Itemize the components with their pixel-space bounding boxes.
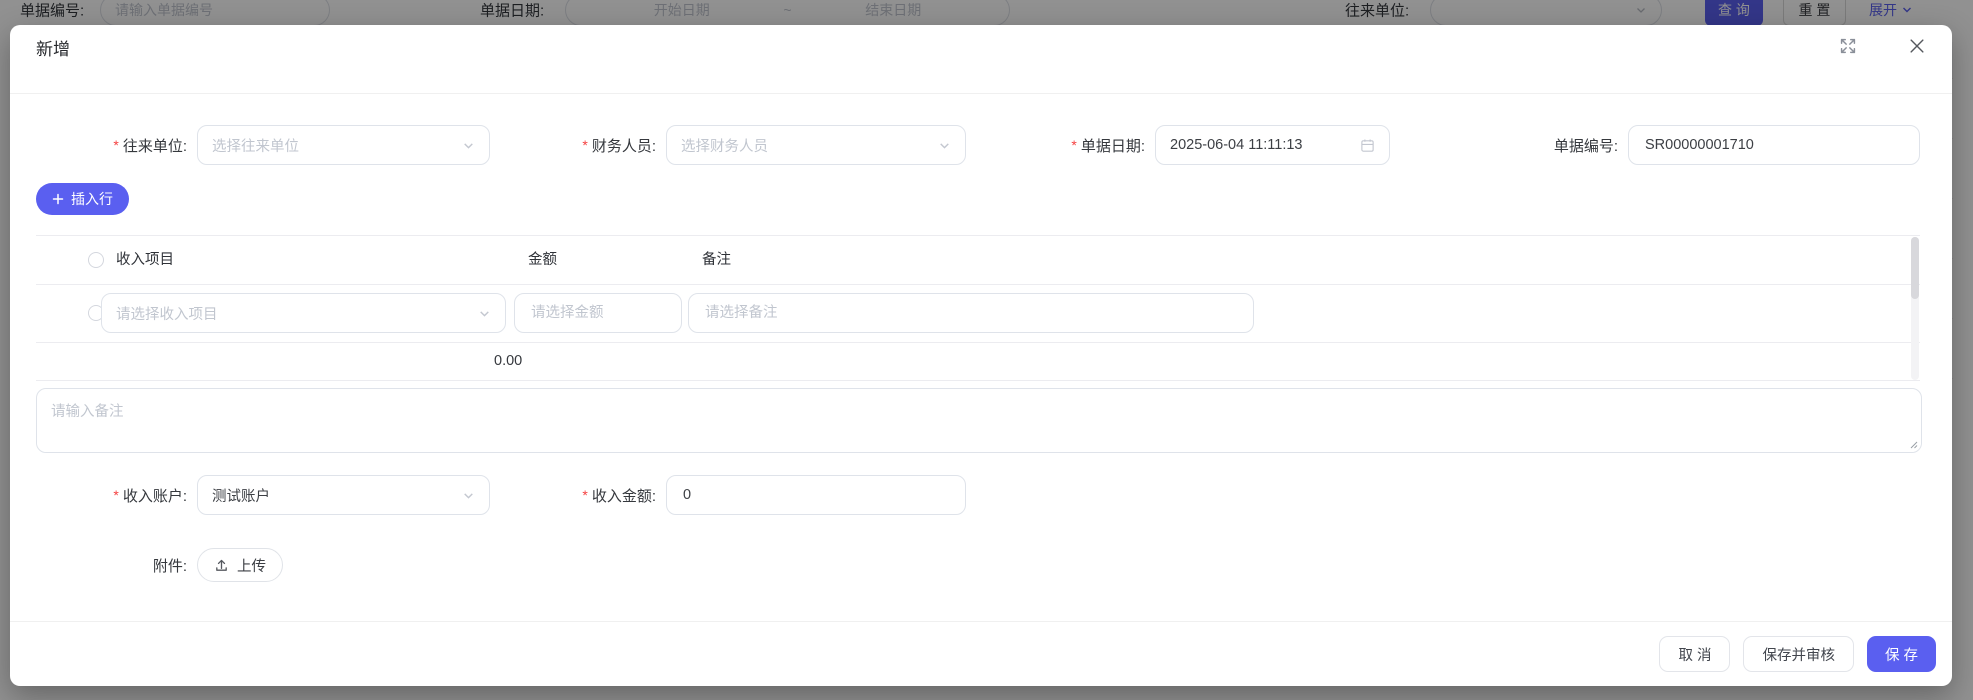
required-mark: *	[582, 137, 588, 153]
income-items-table: 收入项目 金额 备注 请选择收入项目 0.00	[36, 235, 1920, 381]
income-account-select[interactable]: 测试账户	[197, 475, 490, 515]
required-mark: *	[113, 137, 119, 153]
chevron-down-icon	[480, 310, 489, 317]
income-amount-field: * 收入金额:	[557, 475, 966, 515]
upload-icon	[216, 559, 227, 571]
column-income-item: 收入项目	[116, 252, 174, 268]
scrollbar-thumb[interactable]	[1911, 237, 1919, 299]
save-button[interactable]: 保 存	[1866, 636, 1936, 672]
plus-icon	[52, 193, 64, 205]
table-row: 请选择收入项目	[36, 285, 1920, 343]
finance-staff-label: * 财务人员:	[582, 137, 656, 155]
close-icon	[1910, 39, 1924, 53]
modal-header: 新增	[10, 25, 1952, 94]
doc-no-label: 单据编号:	[1553, 137, 1618, 155]
fullscreen-button[interactable]	[1835, 33, 1861, 59]
doc-no-field: 单据编号:	[1480, 125, 1920, 165]
income-account-label: * 收入账户:	[113, 487, 187, 505]
table-total-row: 0.00	[36, 343, 1920, 381]
radio-header	[88, 252, 104, 268]
calendar-icon	[1361, 139, 1374, 152]
amount-input[interactable]	[529, 304, 667, 322]
chevron-down-icon	[940, 142, 949, 149]
doc-date-label: * 单据日期:	[1071, 137, 1145, 155]
attachment-field: 附件: 上传	[75, 548, 283, 582]
remark-input-wrap	[688, 293, 1254, 333]
fullscreen-icon	[1840, 38, 1856, 54]
save-audit-button[interactable]: 保存并审核	[1743, 636, 1854, 672]
remark-textarea-wrap	[36, 388, 1922, 453]
finance-staff-field: * 财务人员: 选择财务人员	[557, 125, 966, 165]
modal-footer: 取 消 保存并审核 保 存	[10, 621, 1952, 686]
partner-label: * 往来单位:	[113, 137, 187, 155]
table-header-row: 收入项目 金额 备注	[36, 236, 1920, 285]
doc-date-field: * 单据日期: 2025-06-04 11:11:13	[1030, 125, 1390, 165]
required-mark: *	[582, 487, 588, 503]
doc-date-input[interactable]: 2025-06-04 11:11:13	[1155, 125, 1390, 165]
income-item-select[interactable]: 请选择收入项目	[101, 293, 506, 333]
partner-field: * 往来单位: 选择往来单位	[75, 125, 490, 165]
doc-no-input[interactable]	[1643, 136, 1905, 154]
doc-no-input-wrap	[1628, 125, 1920, 165]
table-scrollbar[interactable]	[1911, 237, 1919, 380]
screen: 单据编号: 请输入单据编号 单据日期: 开始日期 ~ 结束日期 往来单位: 查 …	[0, 0, 1973, 700]
close-button[interactable]	[1904, 33, 1930, 59]
remark-input[interactable]	[703, 304, 1239, 322]
finance-staff-select[interactable]: 选择财务人员	[666, 125, 966, 165]
modal-title: 新增	[36, 40, 70, 59]
upload-button[interactable]: 上传	[197, 548, 283, 582]
chevron-down-icon	[464, 492, 473, 499]
partner-select[interactable]: 选择往来单位	[197, 125, 490, 165]
insert-row-button[interactable]: 插入行	[36, 183, 129, 215]
resize-handle-icon[interactable]	[1908, 439, 1918, 449]
column-amount: 金额	[528, 252, 557, 268]
income-amount-label: * 收入金额:	[582, 487, 656, 505]
remark-textarea[interactable]	[37, 389, 1921, 452]
attachment-label: 附件:	[152, 557, 187, 575]
income-account-field: * 收入账户: 测试账户	[75, 475, 490, 515]
income-amount-input[interactable]	[681, 486, 951, 504]
chevron-down-icon	[464, 142, 473, 149]
new-record-modal: 新增 * 往来单位: 选择往来单位 * 财务人员: 选择财务人员 * 单据日期:…	[10, 25, 1952, 686]
cancel-button[interactable]: 取 消	[1659, 636, 1731, 672]
required-mark: *	[113, 487, 119, 503]
total-amount: 0.00	[494, 353, 523, 369]
required-mark: *	[1071, 137, 1077, 153]
income-amount-input-wrap	[666, 475, 966, 515]
column-remark: 备注	[702, 252, 731, 268]
amount-input-wrap	[514, 293, 682, 333]
